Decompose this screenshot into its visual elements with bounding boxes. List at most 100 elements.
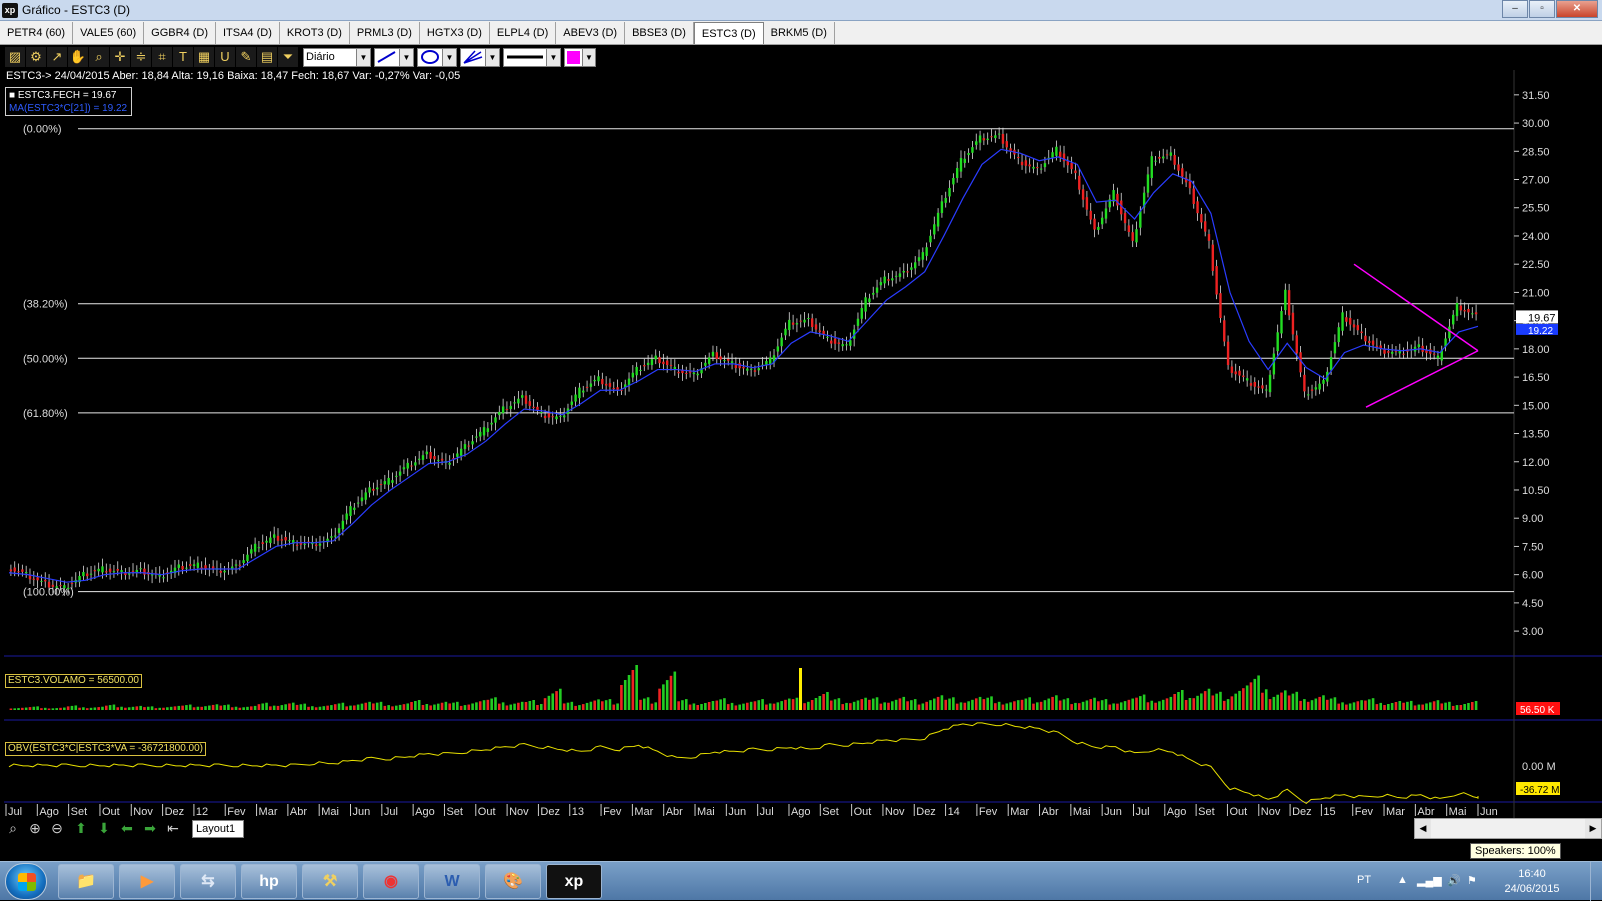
volume-bar	[1429, 702, 1432, 710]
volume-bar	[234, 706, 238, 710]
price-chart[interactable]: 31.50 30.00 28.50 27.00 25.50 24.00 22.50 21.00…	[0, 70, 1602, 818]
volume-bar	[1058, 700, 1062, 710]
arrow-down-icon[interactable]: ⬇	[95, 820, 113, 837]
tab-estc3[interactable]: ESTC3 (D)	[693, 22, 764, 44]
grid-icon[interactable]: ⌗	[152, 47, 172, 67]
hp-icon[interactable]: hp	[241, 864, 297, 899]
text-icon[interactable]: T	[173, 47, 193, 67]
line-width-select[interactable]: ▼	[503, 47, 561, 67]
scroll-left-button[interactable]: ◀	[1415, 819, 1431, 838]
tab-krot3[interactable]: KROT3 (D)	[279, 22, 350, 44]
candle-body	[1268, 374, 1272, 393]
volume-bar	[784, 699, 787, 710]
volume-bar	[978, 696, 982, 710]
arrow-right-icon[interactable]: ➡	[141, 820, 159, 837]
gear-icon[interactable]: ⚙	[26, 47, 46, 67]
candle-body	[1093, 218, 1096, 230]
scroll-start-icon[interactable]: ⇤	[164, 820, 182, 837]
x-axis-label: Jul	[1135, 806, 1149, 818]
explorer-icon[interactable]: 📁	[58, 864, 114, 899]
candle-body	[82, 572, 85, 577]
horizontal-scrollbar[interactable]: ◀ ▶	[1414, 818, 1602, 839]
tool-icon[interactable]: ⚒	[302, 864, 358, 899]
fan-tool-select[interactable]: ▼	[460, 47, 500, 67]
line-color-select[interactable]: ▼	[564, 47, 596, 67]
close-button[interactable]: ✕	[1556, 0, 1598, 18]
volume-bar	[1230, 696, 1234, 710]
x-axis-label: Jun	[728, 806, 746, 818]
tab-ggbr4[interactable]: GGBR4 (D)	[144, 22, 216, 44]
volume-bar	[570, 701, 574, 710]
tab-brkm5[interactable]: BRKM5 (D)	[763, 22, 835, 44]
volume-bar	[74, 705, 78, 710]
tab-itsa4[interactable]: ITSA4 (D)	[215, 22, 280, 44]
volume-bar	[227, 704, 230, 710]
magnet-icon[interactable]: U	[215, 47, 235, 67]
clock[interactable]: 16:40 24/06/2015	[1492, 867, 1572, 897]
language-indicator[interactable]: PT	[1357, 874, 1371, 886]
volume-bar	[112, 704, 116, 710]
candle-body	[1390, 351, 1394, 354]
volume-bar	[272, 705, 276, 710]
zoom-icon[interactable]: ⌕	[4, 820, 22, 837]
volume-bar	[1474, 701, 1478, 710]
hand-icon[interactable]: ✋	[68, 47, 88, 67]
zoom-out-icon[interactable]: ⊖	[48, 820, 66, 837]
layout-tab[interactable]: Layout1	[192, 820, 244, 838]
candle-body	[1303, 374, 1306, 392]
start-button[interactable]	[5, 863, 47, 900]
volume-bar	[36, 706, 39, 710]
word-icon[interactable]: W	[424, 864, 480, 899]
minimize-button[interactable]: –	[1502, 0, 1528, 18]
tab-elpl4[interactable]: ELPL4 (D)	[489, 22, 557, 44]
candle-body	[280, 539, 284, 541]
calculator-icon[interactable]: ▦	[194, 47, 214, 67]
volume-bar	[772, 703, 776, 710]
line-tool-select[interactable]: ▼	[374, 47, 414, 67]
volume-bar	[1097, 701, 1100, 710]
volume-bar	[829, 700, 833, 710]
action-center-icon[interactable]: ⚑	[1467, 874, 1477, 887]
xp-app-icon[interactable]: xp	[546, 864, 602, 899]
hlines-icon[interactable]: ≑	[131, 47, 151, 67]
arrow-up-icon[interactable]: ⬆	[72, 820, 90, 837]
candle-body	[303, 543, 306, 545]
ellipse-tool-icon	[421, 50, 439, 64]
chart-icon[interactable]: ▨	[5, 47, 25, 67]
candle-body	[555, 416, 558, 420]
tab-abev3[interactable]: ABEV3 (D)	[556, 22, 626, 44]
network-icon[interactable]: ⇆	[180, 864, 236, 899]
chevron-down-icon: ▼	[442, 48, 456, 66]
volume-bar	[742, 703, 745, 710]
media-player-icon[interactable]: ▶	[119, 864, 175, 899]
tab-bbse3[interactable]: BBSE3 (D)	[625, 22, 694, 44]
scroll-right-button[interactable]: ▶	[1585, 819, 1601, 838]
show-desktop-button[interactable]	[1590, 862, 1602, 901]
network-signal-icon[interactable]: ▂▄▆	[1417, 874, 1442, 887]
crosshair-icon[interactable]: ✛	[110, 47, 130, 67]
volume-bar	[486, 699, 490, 710]
filter-icon[interactable]: ⏷	[278, 47, 298, 67]
candle-body	[925, 247, 928, 256]
tab-prml3[interactable]: PRML3 (D)	[349, 22, 420, 44]
period-select[interactable]: Diário ▼	[303, 47, 371, 67]
arrow-left-icon[interactable]: ⬅	[118, 820, 136, 837]
volume-bar	[1142, 694, 1146, 710]
tab-hgtx3[interactable]: HGTX3 (D)	[419, 22, 490, 44]
clipboard-icon[interactable]: ▤	[257, 47, 277, 67]
zoom-in-icon[interactable]: ⊕	[26, 820, 44, 837]
candle-body	[814, 324, 818, 330]
tray-expand-icon[interactable]: ▲	[1397, 874, 1408, 886]
cursor-icon[interactable]: ↗	[47, 47, 67, 67]
x-axis-label: Out	[854, 806, 872, 818]
speaker-icon[interactable]: 🔊	[1447, 874, 1461, 887]
tab-petr4[interactable]: PETR4 (60)	[0, 22, 74, 44]
paint-icon[interactable]: 🎨	[485, 864, 541, 899]
brush-icon[interactable]: ✎	[236, 47, 256, 67]
tab-vale5[interactable]: VALE5 (60)	[73, 22, 145, 44]
chrome-icon[interactable]: ◉	[363, 864, 419, 899]
zoom-icon[interactable]: ⌕	[89, 47, 109, 67]
candle-body	[1245, 378, 1249, 381]
ellipse-tool-select[interactable]: ▼	[417, 47, 457, 67]
maximize-button[interactable]: ▫	[1529, 0, 1555, 18]
